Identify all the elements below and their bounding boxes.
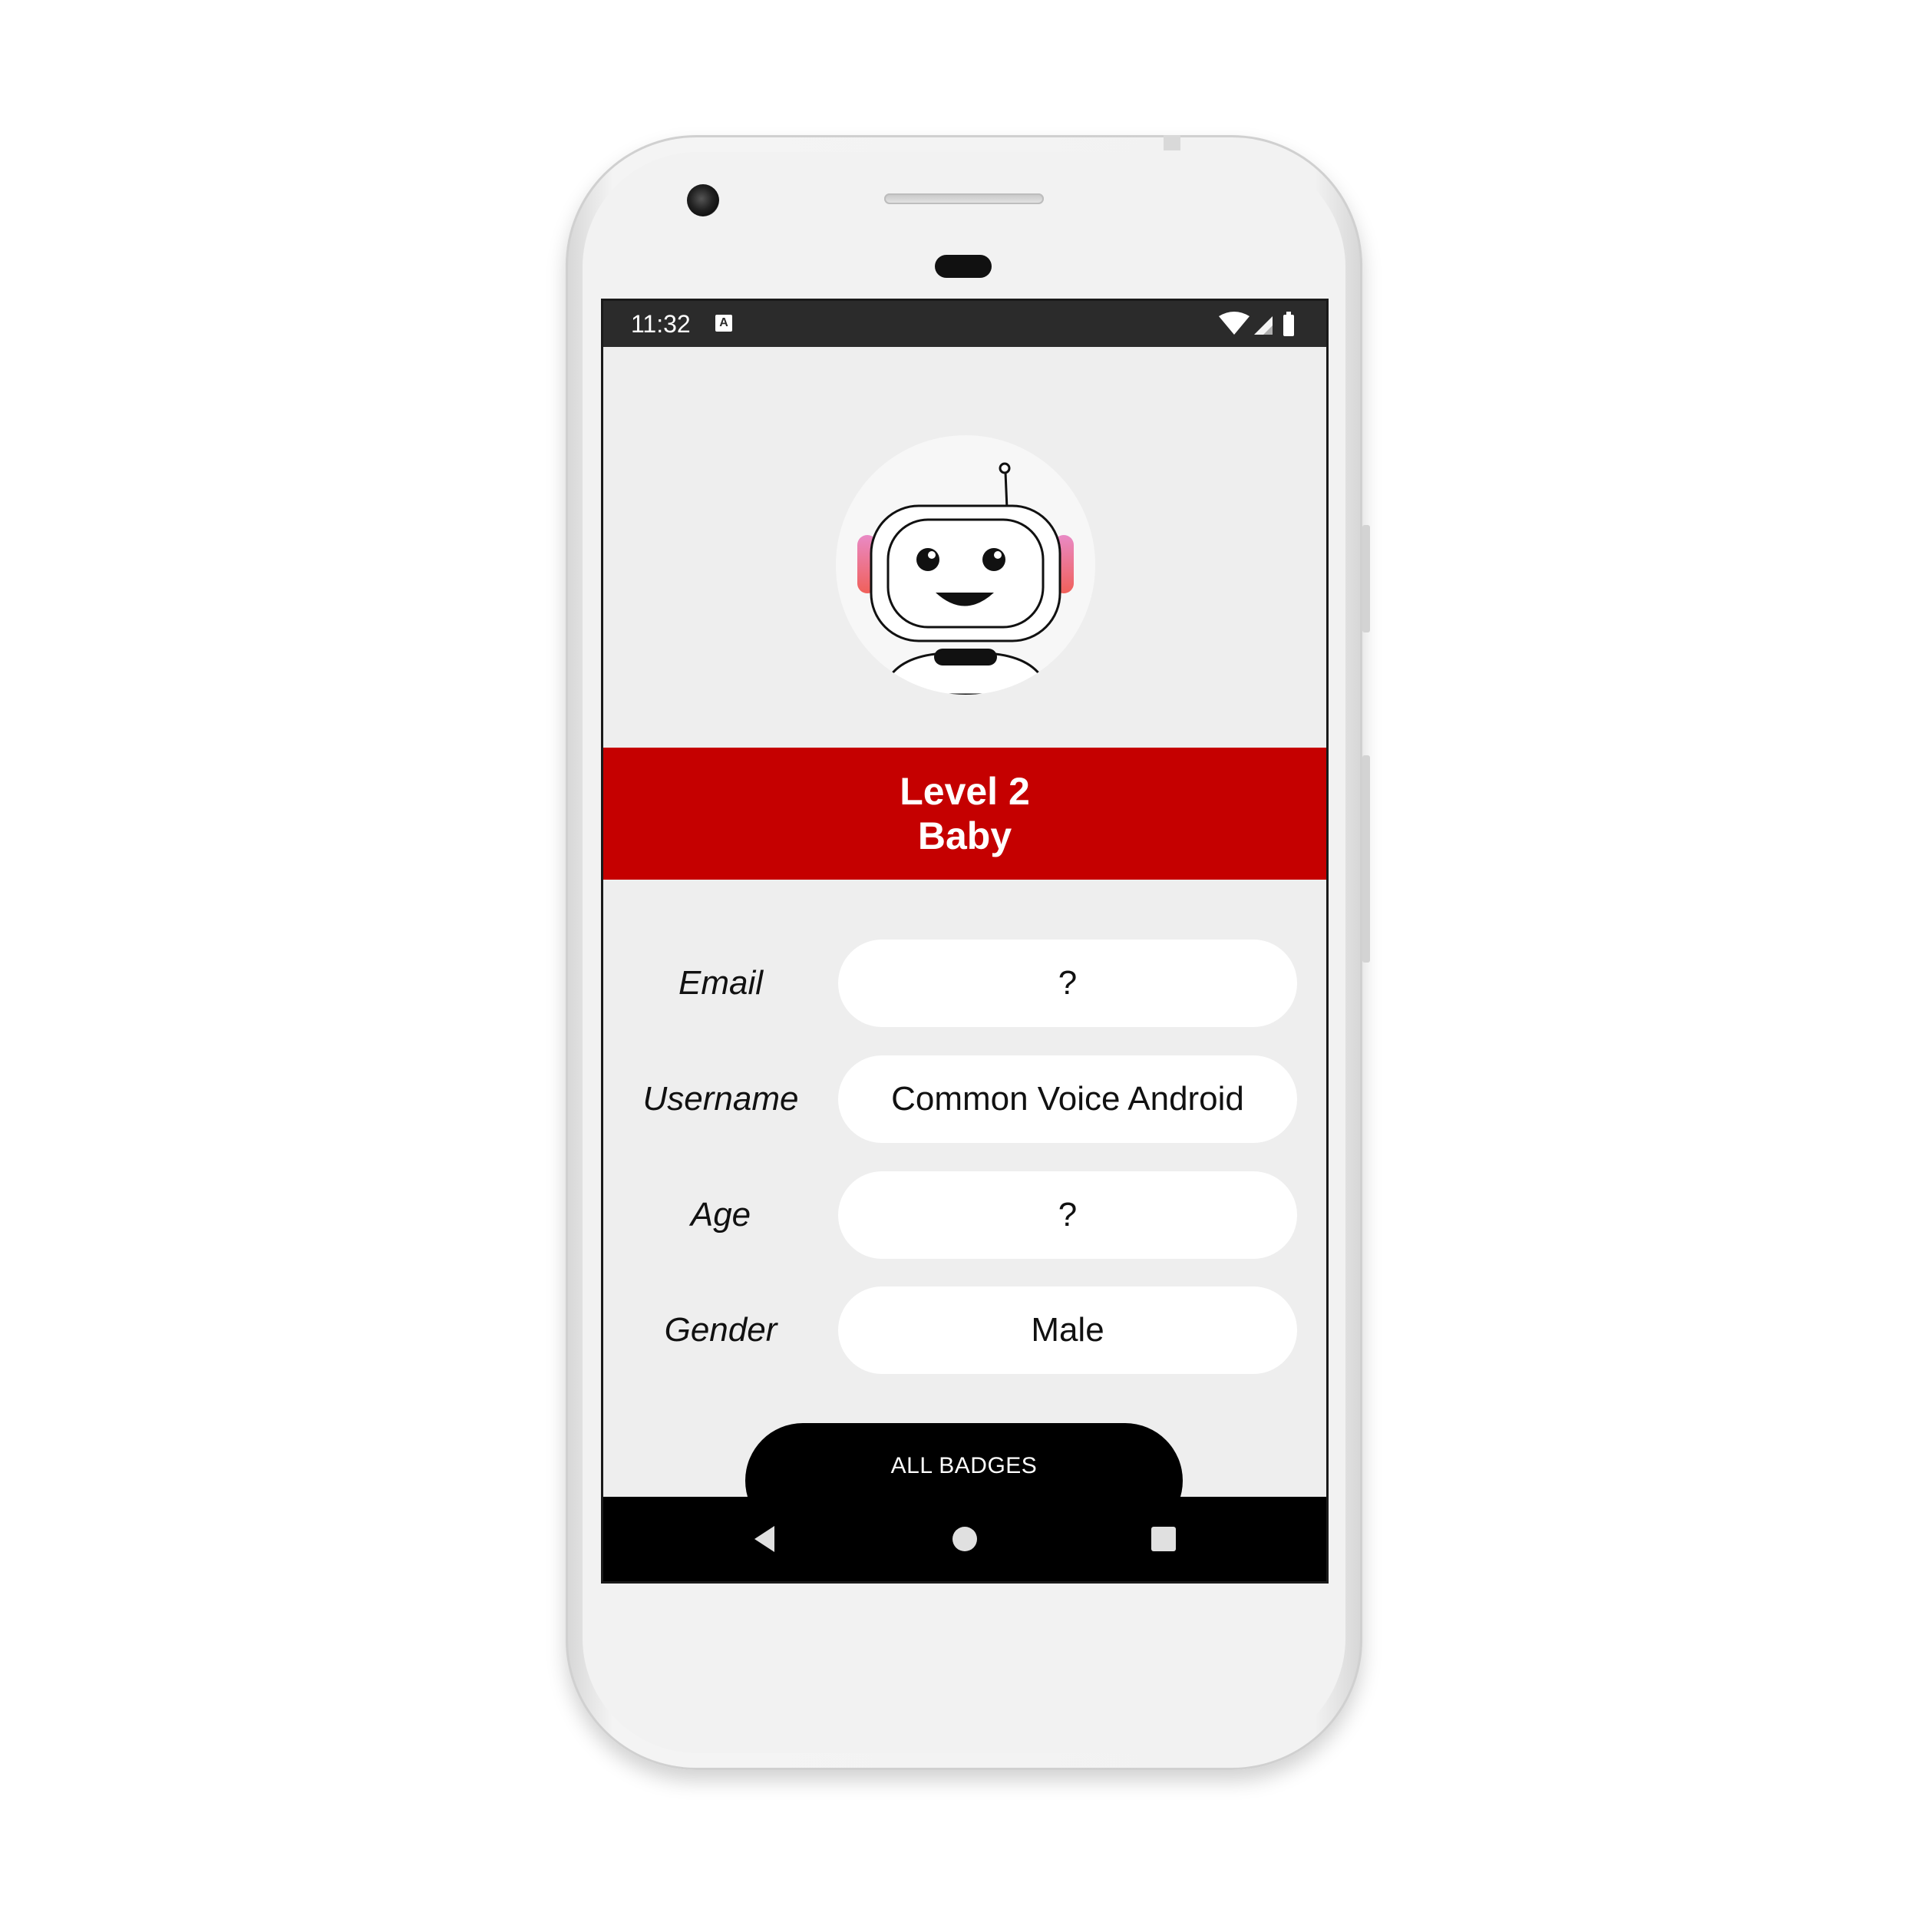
avatar[interactable] [836, 435, 1095, 695]
status-time: 11:32 [631, 310, 691, 338]
notification-a-icon: A [715, 315, 732, 332]
username-label: Username [642, 1080, 799, 1118]
age-label: Age [690, 1196, 751, 1234]
age-field[interactable]: ? [838, 1171, 1297, 1259]
earpiece-speaker [884, 193, 1044, 204]
volume-button [1362, 755, 1370, 963]
status-bar: 11:32 A [603, 301, 1326, 347]
home-icon[interactable] [946, 1520, 984, 1558]
navigation-bar [603, 1497, 1326, 1581]
gender-field[interactable]: Male [838, 1286, 1297, 1374]
app-screen: 11:32 A Level 2 Baby Email ? Username Co… [603, 301, 1326, 1581]
level-name: Baby [917, 814, 1012, 857]
recents-icon[interactable] [1144, 1520, 1183, 1558]
robot-avatar-icon [857, 462, 1074, 695]
gender-label: Gender [664, 1311, 777, 1349]
status-icons [1219, 312, 1294, 336]
battery-icon [1283, 315, 1294, 336]
level-banner: Level 2 Baby [603, 748, 1326, 880]
front-camera [687, 184, 719, 216]
username-field[interactable]: Common Voice Android [838, 1055, 1297, 1143]
phone-top-edge-detail [1164, 135, 1180, 150]
proximity-sensor [935, 255, 992, 278]
email-field[interactable]: ? [838, 940, 1297, 1027]
power-button [1362, 525, 1370, 632]
level-label: Level 2 [900, 770, 1030, 813]
email-label: Email [678, 964, 764, 1002]
back-icon[interactable] [747, 1520, 785, 1558]
wifi-icon [1219, 312, 1250, 335]
